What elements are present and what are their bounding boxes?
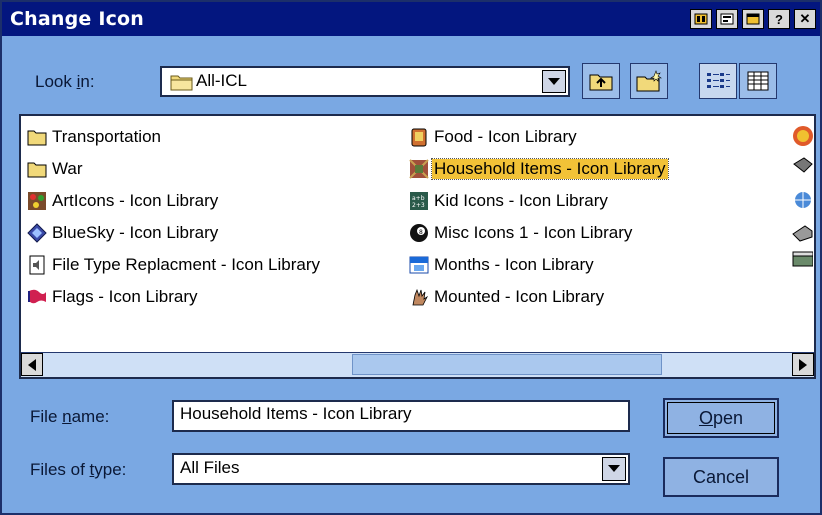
details-view-icon (747, 71, 769, 91)
list-item[interactable]: 8 Misc Icons 1 - Icon Library (409, 221, 634, 245)
file-type-combo[interactable]: All Files (172, 453, 630, 485)
details-view-button[interactable] (739, 63, 777, 99)
svg-text:a+b: a+b (412, 195, 425, 202)
bluesky-icon (27, 223, 47, 243)
list-item[interactable]: File Type Replacment - Icon Library (27, 253, 322, 277)
list-view-button[interactable] (699, 63, 737, 99)
scrollbar-thumb[interactable] (352, 354, 662, 375)
files-of-type-label: Files of type: (30, 460, 127, 479)
list-item[interactable]: Months - Icon Library (409, 253, 596, 277)
file-type-value: All Files (180, 458, 240, 477)
list-item-selected[interactable]: Household Items - Icon Library (409, 157, 669, 181)
calendar-icon (409, 255, 429, 275)
file-name-field[interactable] (172, 400, 630, 432)
look-in-combo[interactable]: All-ICL (160, 66, 570, 97)
chevron-down-icon (608, 465, 620, 472)
list-view-icon (707, 73, 730, 88)
folder-icon (27, 127, 47, 147)
ico-button[interactable] (690, 9, 712, 29)
list-item[interactable]: Transportation (27, 125, 163, 149)
change-icon-dialog: Change Icon ? ✕ Look in: All-ICL Transpo… (0, 0, 822, 515)
help-button[interactable]: ? (768, 9, 790, 29)
close-button[interactable]: ✕ (794, 9, 816, 29)
ico-button-2[interactable] (716, 9, 738, 29)
help-glyph: ? (775, 11, 783, 27)
list-item[interactable]: Mounted - Icon Library (409, 285, 606, 309)
list-item[interactable]: Flags - Icon Library (27, 285, 200, 309)
horizontal-scrollbar[interactable] (21, 352, 814, 377)
list-item[interactable]: a+b 2+3 Kid Icons - Icon Library (409, 189, 610, 213)
art-icon (27, 191, 47, 211)
look-in-value: All-ICL (196, 71, 248, 90)
open-button[interactable]: Open (663, 398, 779, 438)
file-type-dropdown-button[interactable] (602, 457, 626, 481)
list-item[interactable]: ArtIcons - Icon Library (27, 189, 220, 213)
household-icon (409, 159, 429, 179)
list-item[interactable]: BlueSky - Icon Library (27, 221, 220, 245)
file-name-input[interactable] (174, 402, 628, 426)
svg-text:2+3: 2+3 (412, 202, 425, 209)
look-in-label: Look in: (35, 72, 95, 91)
mounted-hand-icon (409, 287, 429, 307)
chevron-down-icon (548, 77, 560, 85)
eight-ball-icon: 8 (409, 223, 429, 243)
file-list[interactable]: Transportation War ArtIcons - Icon Libra… (19, 114, 816, 379)
list-item[interactable]: Food - Icon Library (409, 125, 579, 149)
title-bar[interactable]: Change Icon ? ✕ (2, 2, 820, 36)
file-type-icon (27, 255, 47, 275)
svg-text:8: 8 (419, 229, 423, 236)
folder-icon (170, 72, 194, 97)
scroll-left-button[interactable] (21, 353, 43, 376)
up-folder-button[interactable] (582, 63, 620, 99)
arrow-right-icon (799, 358, 807, 371)
up-folder-icon (589, 74, 613, 91)
third-column-icons (789, 124, 814, 309)
window-title: Change Icon (10, 8, 145, 30)
kid-icon: a+b 2+3 (409, 191, 429, 211)
new-folder-icon (636, 70, 662, 92)
arrow-left-icon (28, 358, 36, 371)
scroll-right-button[interactable] (792, 353, 814, 376)
look-in-dropdown-button[interactable] (542, 70, 566, 93)
flag-icon (27, 287, 47, 307)
file-name-label: File name: (30, 407, 110, 426)
list-item[interactable]: War (27, 157, 85, 181)
maximize-button[interactable] (742, 9, 764, 29)
new-folder-button[interactable] (630, 63, 668, 99)
close-icon: ✕ (799, 11, 811, 26)
food-icon (409, 127, 429, 147)
folder-icon (27, 159, 47, 179)
cancel-button[interactable]: Cancel (663, 457, 779, 497)
